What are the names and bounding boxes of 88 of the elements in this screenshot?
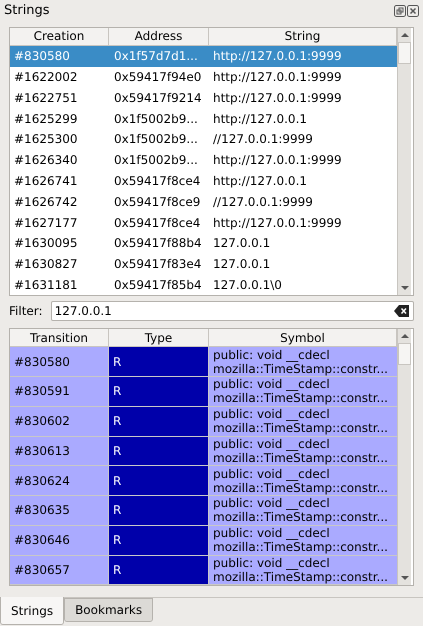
table-cell: R	[109, 377, 209, 406]
table-cell-text: #1626742	[13, 194, 78, 211]
table-row[interactable]: #1630095 0x59417f88b4 127.0.0.1	[10, 232, 397, 254]
table-cell-text: http://127.0.0.1	[212, 110, 308, 128]
panel-title: Strings	[4, 2, 50, 20]
table-row[interactable]: #1622002 0x59417f94e0 http://127.0.0.1:9999	[10, 66, 397, 88]
table-cell-text: 0x59417f8ce4	[113, 172, 202, 190]
table-cell-text: 127.0.0.1	[212, 235, 272, 252]
table-cell-text: #1630827	[13, 256, 78, 274]
table-cell: R	[109, 466, 209, 496]
table-cell-text: #1625299	[13, 110, 78, 128]
table-cell: #830657	[10, 556, 109, 584]
table-cell: #830602	[10, 406, 109, 436]
table-cell-text: 0x59417f85b4	[113, 276, 203, 294]
table-row[interactable]: #1625300 0x1f5002b9... //127.0.0.1:9999	[10, 128, 397, 150]
table-row[interactable]: #1631181 0x59417f85b4 127.0.0.1\0	[10, 274, 397, 296]
table-cell: #830624	[10, 466, 109, 496]
filter-field[interactable]: 127.0.0.1	[50, 301, 414, 322]
table-cell-text: 0x1f5002b9...	[113, 110, 199, 128]
tab[interactable]: Strings	[0, 597, 64, 626]
table-cell-text: #1631181	[13, 276, 78, 294]
table-cell: #830580	[10, 347, 109, 376]
scroll-thumb[interactable]	[398, 42, 411, 64]
table-cell: public: void __cdecl mozilla::TimeStamp::constr...	[209, 436, 397, 466]
table-row[interactable]: #1626742 0x59417f8ce9 //127.0.0.1:9999	[10, 191, 397, 212]
table-cell: public: void __cdecl mozilla::TimeStamp::constr...	[209, 377, 397, 406]
tab[interactable]: Bookmarks	[64, 598, 154, 622]
column-header[interactable]: Transition	[10, 329, 109, 346]
table-cell-text: 0x1f5002b9...	[113, 131, 199, 148]
table-cell: R	[109, 556, 209, 584]
table-cell-text: #1622751	[13, 90, 78, 107]
table-cell-text: 127.0.0.1\0	[212, 276, 283, 294]
table-cell-text: http://127.0.0.1:9999	[212, 214, 343, 232]
table-cell: #830613	[10, 436, 109, 466]
scroll-thumb[interactable]	[398, 343, 411, 366]
table-cell: public: void __cdecl mozilla::TimeStamp::constr...	[209, 406, 397, 436]
table-cell: R	[109, 496, 209, 525]
table-cell-text: http://127.0.0.1:9999	[212, 48, 343, 66]
table-cell-text: #1622002	[13, 68, 78, 86]
filter-label: Filter:	[9, 303, 43, 320]
table-row[interactable]: #1626340 0x1f5002b9... http://127.0.0.1:9999	[10, 150, 397, 171]
table-cell: public: void __cdecl mozilla::TimeStamp::constr...	[209, 496, 397, 525]
clear-icon[interactable]	[394, 305, 410, 318]
table-cell: R	[109, 436, 209, 466]
column-header[interactable]: Address	[109, 28, 209, 45]
table-cell-text: http://127.0.0.1	[212, 172, 308, 190]
table-cell-text: 0x59417f83e4	[113, 256, 202, 274]
table-row[interactable]: #1627177 0x59417f8ce4 http://127.0.0.1:9999	[10, 212, 397, 233]
table-cell: #830646	[10, 526, 109, 555]
float-icon[interactable]	[394, 4, 406, 17]
table-row[interactable]: #830580 0x1f57d7d1... http://127.0.0.1:9999	[10, 46, 397, 67]
table-cell-text: //127.0.0.1:9999	[212, 131, 314, 148]
column-header[interactable]: Type	[109, 329, 209, 346]
table-cell-text: #830580	[13, 48, 71, 66]
table-cell: R	[109, 526, 209, 555]
table-cell-text: http://127.0.0.1:9999	[212, 152, 343, 170]
table-cell-text: 0x1f57d7d1...	[113, 48, 199, 66]
table-cell: public: void __cdecl mozilla::TimeStamp::constr...	[209, 556, 397, 584]
table-cell-text: #1626340	[13, 152, 78, 170]
table-cell-text: 0x1f5002b9...	[113, 152, 199, 170]
table-cell-text: #1626741	[13, 172, 78, 190]
table-cell: R	[109, 406, 209, 436]
table-cell-text: http://127.0.0.1:9999	[212, 90, 343, 107]
table-row[interactable]: #1625299 0x1f5002b9... http://127.0.0.1	[10, 108, 397, 129]
table-row[interactable]: #1622751 0x59417f9214 http://127.0.0.1:9999	[10, 87, 397, 108]
table-cell: public: void __cdecl mozilla::TimeStamp::constr...	[209, 526, 397, 555]
table-cell-text: 0x59417f8ce4	[113, 214, 202, 232]
table-cell: #830591	[10, 377, 109, 406]
table-row[interactable]: #1630827 0x59417f83e4 127.0.0.1	[10, 254, 397, 275]
table-cell: R	[109, 347, 209, 376]
scrollbar[interactable]	[397, 28, 411, 296]
table-cell: #830635	[10, 496, 109, 525]
table-cell-text: #1627177	[13, 214, 78, 232]
table-cell-text: #1625300	[13, 131, 78, 148]
table-row[interactable]: #1626741 0x59417f8ce4 http://127.0.0.1	[10, 170, 397, 192]
table-cell-text: #1630095	[13, 235, 78, 252]
table-cell-text: http://127.0.0.1:9999	[212, 68, 343, 86]
table-cell: public: void __cdecl mozilla::TimeStamp::constr...	[209, 347, 397, 376]
close-icon[interactable]	[407, 4, 419, 17]
table-cell-text: 0x59417f88b4	[113, 235, 203, 252]
table-cell-text: 0x59417f94e0	[113, 68, 202, 86]
table-cell-text: 0x59417f9214	[113, 90, 203, 107]
table-cell-text: 127.0.0.1	[212, 256, 272, 274]
table-cell-text: //127.0.0.1:9999	[212, 194, 314, 211]
scrollbar[interactable]	[397, 329, 411, 586]
table-cell: public: void __cdecl mozilla::TimeStamp::constr...	[209, 466, 397, 496]
table-cell-text: 0x59417f8ce9	[113, 194, 202, 211]
column-header[interactable]: Creation	[10, 28, 109, 45]
